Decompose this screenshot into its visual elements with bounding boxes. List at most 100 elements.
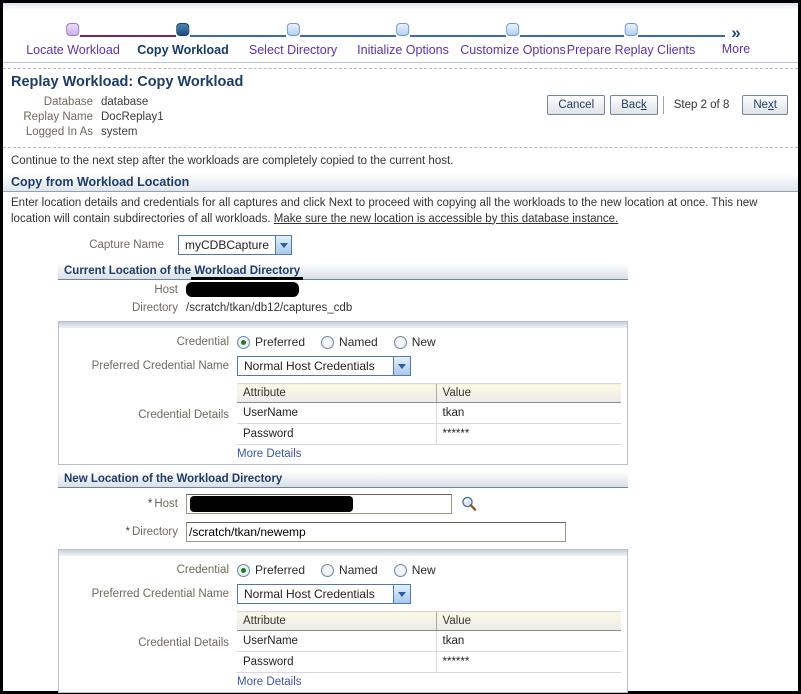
train-step-copy-workload[interactable]: Copy Workload bbox=[137, 23, 229, 57]
back-button[interactable]: Back bbox=[610, 95, 658, 115]
dropdown-arrow-icon[interactable] bbox=[393, 585, 410, 604]
step-future-icon bbox=[506, 23, 520, 36]
username-attribute: UserName bbox=[237, 630, 436, 653]
preferred-credential-label: Preferred Credential Name bbox=[91, 588, 229, 601]
redacted-host-value bbox=[186, 282, 299, 298]
credential-details-zone: Credential Details Attribute Value UserN… bbox=[59, 383, 627, 460]
capture-name-select[interactable]: myCDBCapture bbox=[178, 235, 292, 256]
credential-details-label: Credential Details bbox=[138, 409, 229, 422]
dropdown-arrow-icon[interactable] bbox=[275, 236, 291, 255]
new-location-title: New Location of the Workload Directory bbox=[64, 473, 283, 486]
train-step-label: Locate Workload bbox=[26, 43, 120, 57]
radio-named[interactable]: Named bbox=[321, 563, 378, 577]
radio-selected-icon bbox=[237, 335, 250, 349]
radio-preferred[interactable]: Preferred bbox=[237, 335, 305, 349]
username-value: tkan bbox=[435, 630, 621, 653]
new-host-row: * Host bbox=[58, 492, 628, 516]
current-location-title: Current Location of the Workload Directo… bbox=[64, 265, 301, 278]
train-step-label: Select Directory bbox=[248, 43, 338, 57]
radio-icon bbox=[393, 563, 407, 577]
preferred-credential-value: Normal Host Credentials bbox=[244, 359, 375, 374]
directory-input-value: /scratch/tkan/newemp bbox=[189, 525, 306, 540]
host-input[interactable] bbox=[186, 494, 452, 515]
box-top-strip bbox=[59, 550, 627, 557]
radio-named[interactable]: Named bbox=[321, 335, 378, 349]
radio-selected-icon bbox=[237, 563, 250, 577]
credential-box-new: Credential Preferred Named New Preferred… bbox=[58, 549, 628, 694]
train-step-prepare-replay-clients[interactable]: Prepare Replay Clients bbox=[567, 23, 695, 57]
page-title: Replay Workload: Copy Workload bbox=[11, 74, 244, 90]
capture-name-label: Capture Name bbox=[89, 239, 164, 252]
info-row-logged-in-as: Logged In As system bbox=[11, 125, 790, 140]
value-header: Value bbox=[435, 611, 621, 632]
cancel-button[interactable]: Cancel bbox=[547, 95, 606, 115]
radio-new[interactable]: New bbox=[393, 335, 436, 349]
directory-label: * Directory bbox=[125, 526, 179, 539]
table-header-row: Attribute Value bbox=[237, 611, 621, 632]
logged-in-as-value: system bbox=[101, 126, 138, 138]
host-label: * Host bbox=[147, 498, 178, 511]
dropdown-arrow-icon[interactable] bbox=[393, 357, 410, 376]
database-label: Database bbox=[43, 96, 93, 108]
train-step-customize-options[interactable]: Customize Options bbox=[460, 23, 566, 57]
wizard-buttons: Cancel Back Step 2 of 8 Next bbox=[542, 95, 788, 115]
description-emphasis: Make sure the new location is accessible… bbox=[273, 212, 619, 225]
preferred-credential-select[interactable]: Normal Host Credentials bbox=[237, 356, 411, 377]
preferred-credential-label: Preferred Credential Name bbox=[91, 360, 229, 373]
attribute-header: Attribute bbox=[237, 383, 436, 404]
replay-name-label: Replay Name bbox=[23, 111, 93, 123]
radio-icon bbox=[321, 563, 335, 577]
directory-label: Directory bbox=[131, 301, 178, 314]
train-step-more[interactable]: More bbox=[722, 42, 750, 56]
capture-name-value: myCDBCapture bbox=[185, 238, 270, 253]
new-directory-row: * Directory /scratch/tkan/newemp bbox=[58, 520, 628, 544]
preferred-credential-row: Preferred Credential Name Normal Host Cr… bbox=[59, 584, 627, 605]
train-step-label: Copy Workload bbox=[137, 43, 229, 57]
table-row: Password ****** bbox=[237, 651, 621, 674]
train-step-initialize-options[interactable]: Initialize Options bbox=[357, 23, 449, 57]
credential-details-table: Attribute Value UserName tkan Password *… bbox=[237, 383, 621, 446]
table-row: UserName tkan bbox=[237, 630, 621, 653]
database-value: database bbox=[101, 96, 149, 108]
more-details-link[interactable]: More Details bbox=[237, 448, 621, 460]
credential-label: Credential bbox=[176, 564, 229, 577]
train-step-label: Initialize Options bbox=[357, 43, 449, 57]
section-description: Enter location details and credentials f… bbox=[3, 192, 796, 229]
radio-preferred[interactable]: Preferred bbox=[237, 563, 305, 577]
step-visited-icon bbox=[66, 23, 80, 36]
new-location-header: New Location of the Workload Directory bbox=[58, 471, 628, 489]
credential-details-zone: Credential Details Attribute Value UserN… bbox=[59, 611, 627, 688]
train-step-select-directory[interactable]: Select Directory bbox=[249, 23, 337, 57]
password-attribute: Password bbox=[237, 651, 436, 674]
search-icon[interactable] bbox=[460, 495, 478, 513]
password-value: ****** bbox=[435, 651, 621, 674]
preferred-credential-value: Normal Host Credentials bbox=[244, 587, 375, 602]
train-step-locate-workload[interactable]: Locate Workload bbox=[26, 23, 120, 57]
section-title: Copy from Workload Location bbox=[3, 173, 798, 192]
step-current-icon bbox=[176, 23, 190, 36]
next-button[interactable]: Next bbox=[742, 95, 788, 115]
radio-new[interactable]: New bbox=[393, 563, 436, 577]
replay-name-value: DocReplay1 bbox=[101, 111, 164, 123]
preferred-credential-select[interactable]: Normal Host Credentials bbox=[237, 584, 411, 605]
step-future-icon bbox=[624, 23, 638, 36]
radio-icon bbox=[393, 335, 407, 349]
directory-input[interactable]: /scratch/tkan/newemp bbox=[186, 522, 566, 543]
current-host-row: Host bbox=[58, 280, 628, 299]
current-location-header: Current Location of the Workload Directo… bbox=[58, 263, 628, 281]
step-future-icon bbox=[396, 23, 410, 36]
radio-icon bbox=[321, 335, 335, 349]
page-header: Replay Workload: Copy Workload Database … bbox=[3, 68, 798, 148]
train-step-label: More bbox=[721, 42, 751, 56]
credential-box-current: Credential Preferred Named New Preferred… bbox=[58, 321, 628, 466]
table-header-row: Attribute Value bbox=[237, 383, 621, 404]
logged-in-as-label: Logged In As bbox=[25, 126, 93, 138]
train-step-label: Customize Options bbox=[460, 43, 566, 57]
current-directory-row: Directory /scratch/tkan/db12/captures_cd… bbox=[58, 299, 628, 316]
credential-type-row: Credential Preferred Named New bbox=[59, 335, 627, 349]
username-value: tkan bbox=[435, 402, 621, 425]
password-attribute: Password bbox=[237, 423, 436, 446]
directory-value: /scratch/tkan/db12/captures_cdb bbox=[186, 301, 353, 314]
box-top-strip bbox=[59, 322, 627, 329]
more-details-link[interactable]: More Details bbox=[237, 676, 621, 688]
